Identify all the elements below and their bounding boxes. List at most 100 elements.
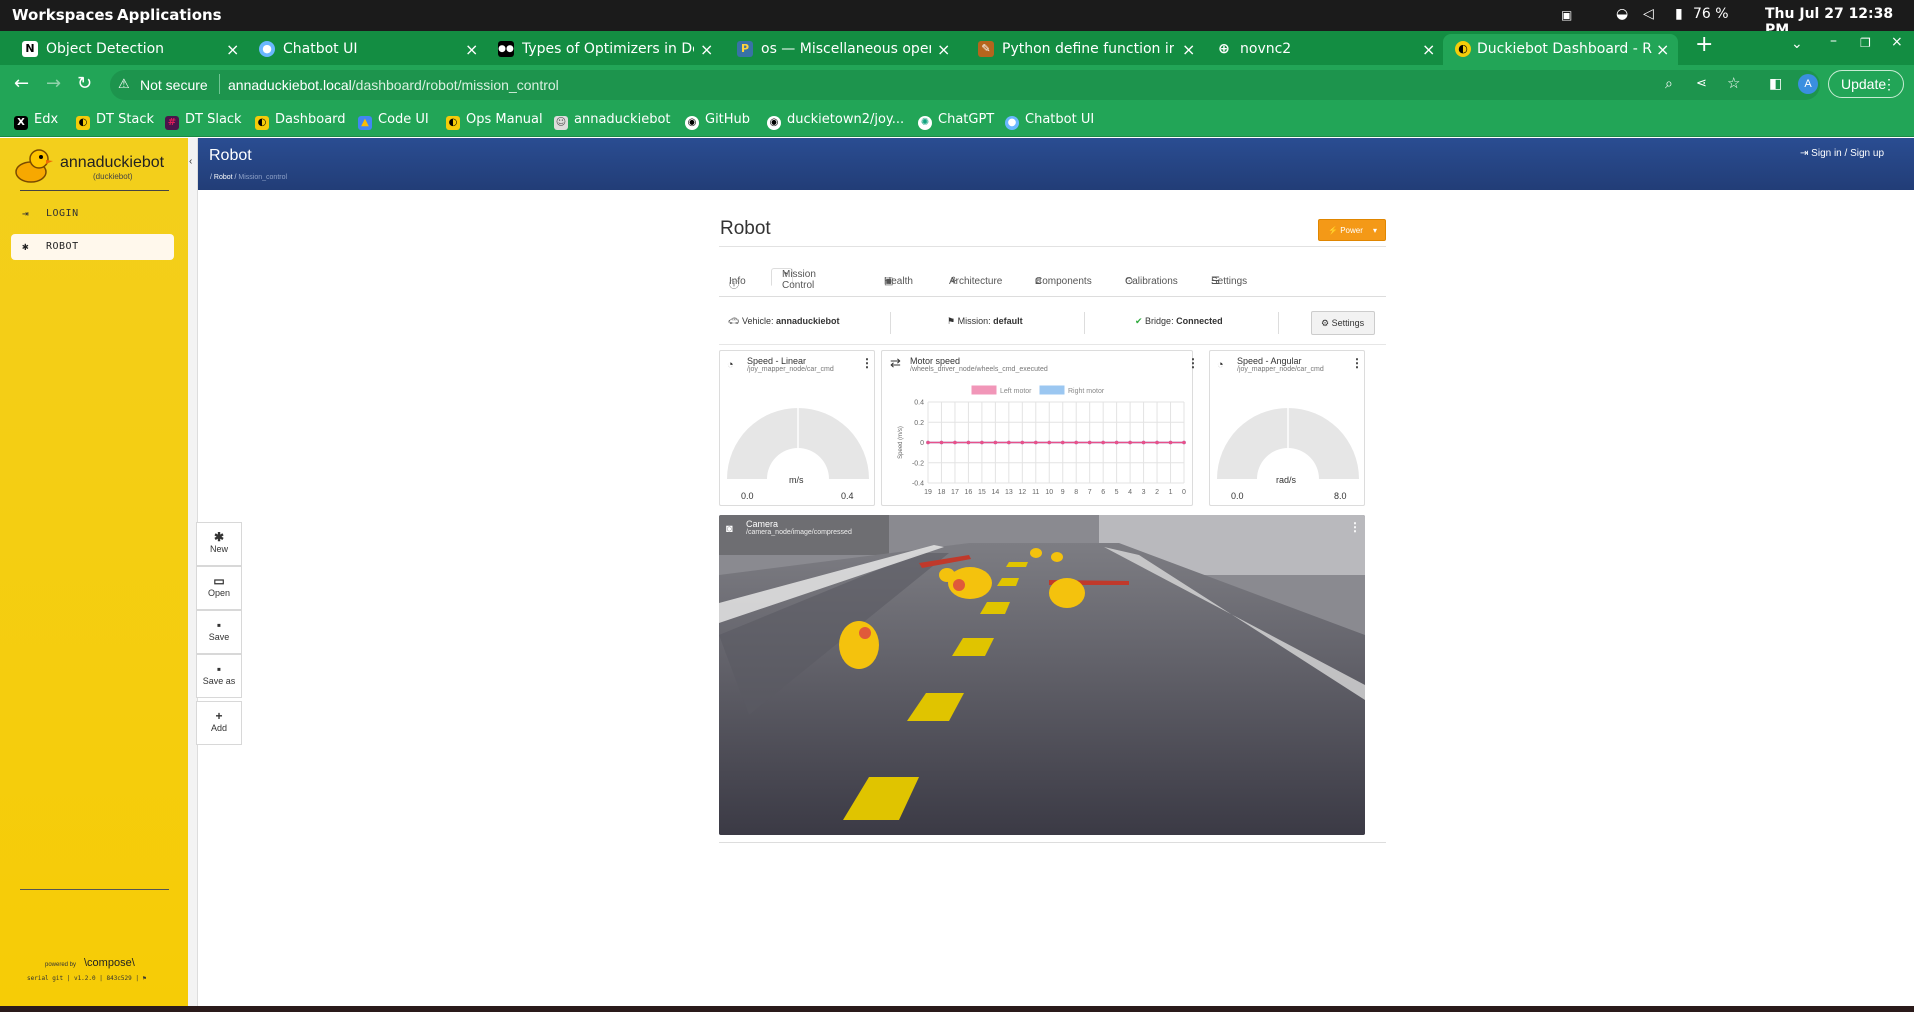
bookmark-github[interactable]: ◉ GitHub — [685, 112, 750, 130]
close-icon[interactable]: × — [700, 40, 713, 59]
bookmark-code-ui[interactable]: ▲ Code UI — [358, 112, 429, 130]
tab-chatbot-ui[interactable]: ● Chatbot UI × — [259, 34, 479, 65]
linear-speed-widget: ◔ Speed - Linear /joy_mapper_node/car_cm… — [719, 350, 875, 506]
tab-novnc2[interactable]: ⊕ novnc2 × — [1216, 34, 1436, 65]
update-button[interactable]: Update ⋮ — [1828, 70, 1904, 98]
volume-icon[interactable]: ◁ — [1643, 6, 1654, 22]
status-settings-button[interactable]: ⚙ Settings — [1311, 311, 1375, 335]
browser-toolbar: ← → ↻ ⚠ Not secure annaduckiebot.local/d… — [0, 65, 1914, 105]
data-point — [1007, 440, 1011, 445]
zoom-icon[interactable]: ⌕ — [1665, 75, 1673, 92]
divider — [719, 842, 1386, 843]
close-icon[interactable]: × — [1422, 40, 1435, 59]
minimize-icon[interactable]: – — [1830, 33, 1837, 64]
close-icon[interactable]: × — [1656, 40, 1669, 59]
bookmark-dashboard[interactable]: ◐ Dashboard — [255, 112, 346, 130]
data-point — [953, 440, 957, 445]
bookmark-chatgpt[interactable]: ✺ ChatGPT — [918, 112, 994, 130]
forward-icon[interactable]: → — [46, 73, 61, 94]
duck-icon: ◐ — [76, 116, 90, 130]
workspaces-menu[interactable]: Workspaces — [12, 6, 113, 24]
bookmark-duckietown-joy[interactable]: ◉ duckietown2/joy... — [767, 112, 904, 130]
breadcrumb-robot[interactable]: Robot — [214, 174, 233, 181]
x-tick-label: 12 — [1018, 489, 1026, 496]
close-icon[interactable]: × — [226, 40, 239, 59]
x-tick-label: 13 — [1005, 489, 1013, 496]
not-secure-label[interactable]: Not secure — [140, 77, 208, 93]
bookmark-label: DT Stack — [96, 112, 155, 127]
address-bar[interactable]: ⚠ Not secure annaduckiebot.local/dashboa… — [110, 70, 1820, 100]
x-tick-label: 17 — [951, 489, 959, 496]
widget-menu-icon[interactable]: ⋮ — [1187, 356, 1199, 370]
x-tick-label: 19 — [924, 489, 932, 496]
tab-label: Mission Control — [782, 269, 816, 291]
restore-icon[interactable]: ❐ — [1860, 36, 1871, 67]
back-icon[interactable]: ← — [14, 73, 29, 94]
tab-os-docs[interactable]: P os — Miscellaneous operating × — [737, 34, 957, 65]
close-icon[interactable]: × — [1182, 40, 1195, 59]
floppy-edit-icon: ▪ — [216, 662, 222, 676]
reload-icon[interactable]: ↻ — [77, 73, 92, 94]
vehicle-label: Vehicle: — [741, 316, 774, 326]
tab-object-detection[interactable]: N Object Detection × — [22, 34, 242, 65]
bookmark-star-icon[interactable]: ☆ — [1727, 74, 1740, 92]
widget-menu-icon[interactable]: ⋮ — [1351, 356, 1363, 370]
gauge-unit: rad/s — [1276, 475, 1297, 485]
y-tick-label: 0 — [920, 440, 924, 447]
tool-save-button[interactable]: ▪ Save — [196, 610, 242, 654]
wifi-icon[interactable]: ◒ — [1616, 6, 1628, 22]
sidebar-item-login[interactable]: ⇥ LOGIN — [11, 201, 174, 227]
screen-share-icon[interactable]: ▣ — [1561, 8, 1572, 22]
side-panel-icon[interactable]: ◧ — [1769, 75, 1782, 92]
new-tab-icon[interactable]: + — [1695, 32, 1713, 63]
warning-icon[interactable]: ⚠ — [118, 76, 130, 92]
mission-value: default — [993, 316, 1023, 326]
tab-duckiebot-dashboard[interactable]: ◐ Duckiebot Dashboard - Robot × — [1443, 34, 1678, 65]
tab-optimizers[interactable]: ●● Types of Optimizers in Deep L × — [498, 34, 718, 65]
bookmark-edx[interactable]: X Edx — [14, 112, 58, 130]
tab-python-define-function[interactable]: ✎ Python define function inside × — [978, 34, 1198, 65]
os-top-bar: Workspaces Applications ▣ ◒ ◁ ▮ 76 % Thu… — [0, 0, 1914, 38]
tool-label: Save as — [202, 676, 236, 686]
bookmark-dt-slack[interactable]: # DT Slack — [165, 112, 242, 130]
bookmark-label: Edx — [34, 112, 59, 127]
bookmark-chatbot-ui[interactable]: ● Chatbot UI — [1005, 112, 1094, 130]
gauge-min: 0.0 — [741, 491, 754, 501]
close-icon[interactable]: × — [465, 40, 478, 59]
divider — [219, 74, 220, 94]
tool-open-button[interactable]: ▭ Open — [196, 566, 242, 610]
widget-menu-icon[interactable]: ⋮ — [861, 356, 873, 370]
x-tick-label: 3 — [1142, 489, 1146, 496]
tab-mission-control[interactable]: ◔ Mission Control — [771, 268, 816, 291]
duck-icon: ◐ — [446, 116, 460, 130]
url-host: annaduckiebot.local — [228, 77, 352, 93]
header-title: Robot — [209, 147, 252, 164]
window-close-icon[interactable]: × — [1891, 34, 1903, 65]
tool-add-button[interactable]: + Add — [196, 701, 242, 745]
breadcrumb: / Robot / Mission_control — [210, 174, 288, 181]
close-icon[interactable]: × — [937, 40, 950, 59]
data-point — [1060, 440, 1065, 445]
bookmark-annaduckiebot[interactable]: ☺ annaduckiebot — [554, 112, 671, 130]
applications-menu[interactable]: Applications — [117, 6, 222, 24]
bookmark-dt-stack[interactable]: ◐ DT Stack — [76, 112, 154, 130]
widget-menu-icon[interactable]: ⋮ — [1349, 520, 1361, 534]
tab-label: Settings — [1211, 276, 1248, 287]
tool-save-as-button[interactable]: ▪ Save as — [196, 654, 242, 698]
data-point — [1087, 440, 1092, 445]
battery-icon[interactable]: ▮ — [1675, 6, 1683, 22]
widget-topic: /wheels_driver_node/wheels_cmd_executed — [910, 366, 1048, 373]
x-tick-label: 9 — [1061, 489, 1065, 496]
tool-new-button[interactable]: ✱ New — [196, 522, 242, 566]
signin-link[interactable]: ⇥ Sign in / Sign up — [1800, 148, 1884, 159]
power-label: Power — [1340, 226, 1363, 235]
sidebar-item-robot[interactable]: ✱ ROBOT — [11, 234, 174, 260]
tab-search-chevron-icon[interactable]: ⌄ — [1791, 36, 1803, 67]
power-button[interactable]: ⚡ Power ▾ — [1318, 219, 1386, 241]
caret-down-icon: ▾ — [1372, 226, 1377, 235]
bookmark-ops-manual[interactable]: ◐ Ops Manual — [446, 112, 543, 130]
divider — [719, 344, 1386, 345]
url-text[interactable]: annaduckiebot.local/dashboard/robot/miss… — [228, 77, 559, 93]
profile-avatar[interactable]: A — [1798, 74, 1818, 94]
share-icon[interactable]: ⋖ — [1696, 75, 1707, 91]
